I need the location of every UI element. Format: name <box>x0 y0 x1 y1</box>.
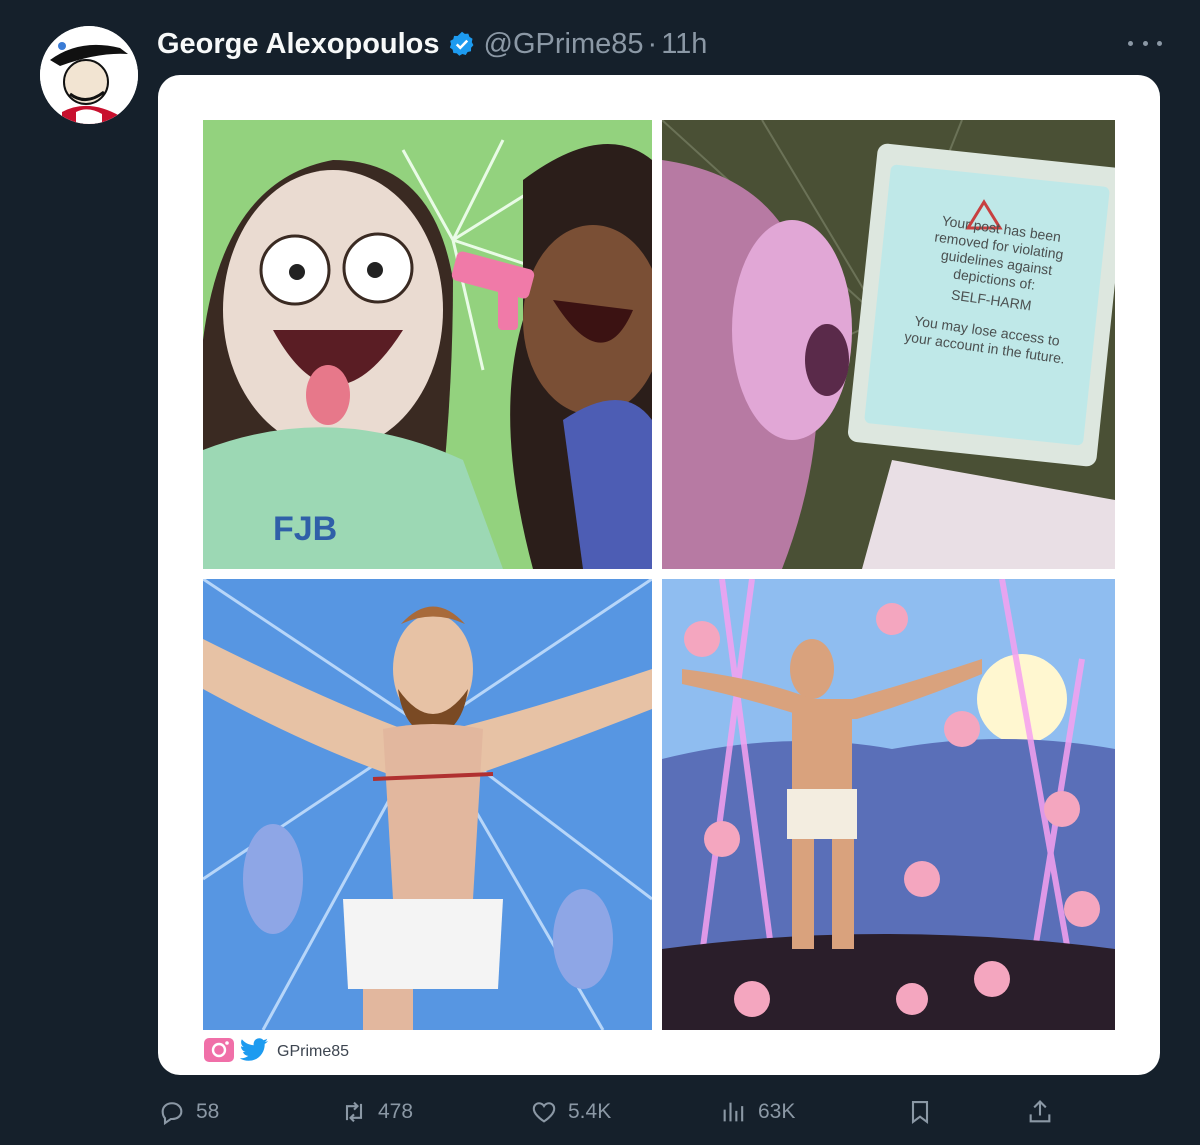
shirt-text: FJB <box>273 510 337 548</box>
repost-button[interactable]: 478 <box>340 1090 413 1134</box>
instagram-icon <box>203 1037 235 1068</box>
reply-count: 58 <box>196 1100 220 1123</box>
like-count: 5.4K <box>568 1100 612 1123</box>
heart-icon <box>532 1102 556 1123</box>
removal-notice: Your post has been removed for violating… <box>897 209 1086 382</box>
comic-panel-2: Your post has been removed for violating… <box>662 120 1115 569</box>
share-icon <box>1029 1100 1051 1123</box>
repost-count: 478 <box>378 1100 414 1123</box>
bookmark-icon <box>911 1101 929 1125</box>
author-name[interactable]: George Alexopoulos <box>157 28 440 61</box>
tweet-header: George Alexopoulos @GPrime85 · 11h <box>157 22 707 66</box>
time-separator: · <box>647 27 658 60</box>
bookmark-button[interactable] <box>906 1090 944 1134</box>
comic-panel-1: FJB <box>203 120 652 569</box>
cartoon-avatar-icon <box>40 26 138 124</box>
post-media-image[interactable]: FJB Your post has been removed for viola… <box>158 75 1160 1075</box>
more-options-button[interactable] <box>1128 30 1162 56</box>
dot-icon <box>1142 40 1148 46</box>
twitter-bird-icon <box>239 1037 269 1068</box>
views-button[interactable]: 63K <box>720 1090 795 1134</box>
view-count: 63K <box>758 1100 796 1123</box>
reply-icon <box>161 1102 183 1126</box>
repost-icon <box>345 1101 363 1123</box>
dot-icon <box>1128 40 1133 46</box>
comic-panel-4 <box>662 579 1115 1030</box>
removal-notice-warning: You may lose access to your account in t… <box>903 312 1066 367</box>
verified-badge-icon[interactable] <box>448 30 476 58</box>
reply-button[interactable]: 58 <box>158 1090 219 1134</box>
comic-panel-3 <box>203 579 652 1030</box>
credit-handle: GPrime85 <box>277 1043 350 1060</box>
like-button[interactable]: 5.4K <box>530 1090 611 1134</box>
share-button[interactable] <box>1026 1090 1064 1134</box>
tweet-actions: 58 478 5.4K 63K <box>158 1090 1058 1134</box>
post-time[interactable]: 11h <box>661 28 707 61</box>
artist-credit: GPrime85 <box>203 1037 349 1067</box>
analytics-icon <box>723 1102 744 1122</box>
author-handle[interactable]: @GPrime85 <box>484 28 644 61</box>
author-avatar[interactable] <box>40 26 138 124</box>
dot-icon <box>1157 40 1162 46</box>
